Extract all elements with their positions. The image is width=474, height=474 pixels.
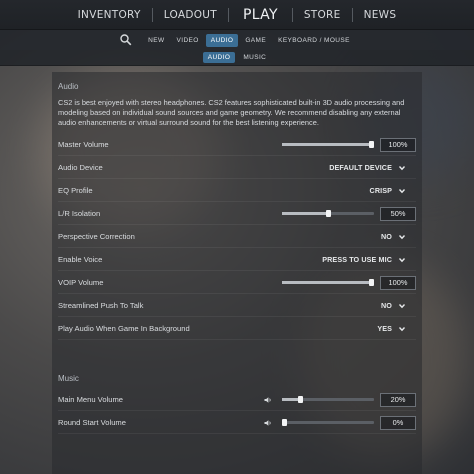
- main-menu-volume-slider[interactable]: [282, 396, 374, 403]
- tab-game[interactable]: GAME: [240, 34, 271, 47]
- nav-loadout[interactable]: LOADOUT: [153, 0, 228, 30]
- subtab-audio[interactable]: AUDIO: [202, 52, 236, 63]
- music-section-title: Music: [58, 374, 79, 383]
- setting-control: DEFAULT DEVICE: [329, 163, 406, 172]
- settings-tab-bar: NEW VIDEO AUDIO GAME KEYBOARD / MOUSE: [0, 30, 474, 50]
- tab-keyboard-mouse[interactable]: KEYBOARD / MOUSE: [273, 34, 355, 47]
- setting-row-play-audio-when-game-in-background: Play Audio When Game In Background YES: [58, 318, 416, 340]
- setting-row-master-volume: Master Volume 100%: [58, 134, 416, 156]
- voip-volume-slider[interactable]: [282, 279, 374, 286]
- top-nav-bar: INVENTORY LOADOUT PLAY STORE NEWS: [0, 0, 474, 30]
- streamlined-push-to-talk-dropdown[interactable]: NO: [381, 301, 406, 310]
- dropdown-value: PRESS TO USE MIC: [322, 255, 392, 264]
- nav-inventory[interactable]: INVENTORY: [67, 0, 152, 30]
- chevron-down-icon: [398, 303, 406, 308]
- setting-control: 100%: [282, 137, 416, 152]
- audio-intro-text: CS2 is best enjoyed with stereo headphon…: [58, 98, 405, 127]
- setting-row-l-r-isolation: L/R Isolation 50%: [58, 203, 416, 225]
- l-r-isolation-value-input[interactable]: 50%: [380, 206, 416, 221]
- tab-video[interactable]: VIDEO: [172, 34, 204, 47]
- setting-label: Main Menu Volume: [58, 395, 124, 404]
- slider-fill: [282, 281, 374, 284]
- audio-section-title: Audio: [58, 82, 79, 91]
- speaker-icon: [264, 396, 271, 403]
- setting-label: Perspective Correction: [58, 232, 135, 241]
- chevron-down-icon: [398, 257, 406, 262]
- subtab-music[interactable]: MUSIC: [238, 52, 271, 63]
- main-menu-volume-value-input[interactable]: 20%: [380, 392, 416, 407]
- nav-store[interactable]: STORE: [293, 0, 352, 30]
- nav-play[interactable]: PLAY: [229, 0, 292, 30]
- tab-audio[interactable]: AUDIO: [205, 33, 239, 47]
- chevron-down-icon: [398, 326, 406, 331]
- voip-volume-value-input[interactable]: 100%: [380, 275, 416, 290]
- setting-label: L/R Isolation: [58, 209, 101, 218]
- chevron-down-icon: [398, 188, 406, 193]
- round-start-volume-value-input[interactable]: 0%: [380, 415, 416, 430]
- nav-store-label: STORE: [303, 8, 341, 21]
- setting-control: NO: [381, 232, 406, 241]
- setting-row-enable-voice: Enable Voice PRESS TO USE MIC: [58, 249, 416, 271]
- chevron-down-icon: [398, 234, 406, 239]
- setting-control: PRESS TO USE MIC: [322, 255, 406, 264]
- setting-label: Streamlined Push To Talk: [58, 301, 144, 310]
- dropdown-value: YES: [377, 324, 392, 333]
- dropdown-value: NO: [381, 301, 392, 310]
- dropdown-value: NO: [381, 232, 392, 241]
- slider-fill: [282, 212, 328, 215]
- setting-label: Master Volume: [58, 140, 109, 149]
- setting-control: 0%: [264, 415, 416, 430]
- search-icon[interactable]: [119, 33, 133, 47]
- setting-control: 20%: [264, 392, 416, 407]
- setting-row-voip-volume: VOIP Volume 100%: [58, 272, 416, 294]
- setting-label: EQ Profile: [58, 186, 93, 195]
- chevron-down-icon: [398, 165, 406, 170]
- setting-control: CRISP: [370, 186, 406, 195]
- master-volume-slider[interactable]: [282, 141, 374, 148]
- tab-new[interactable]: NEW: [143, 34, 169, 47]
- l-r-isolation-slider[interactable]: [282, 210, 374, 217]
- setting-label: Audio Device: [58, 163, 103, 172]
- setting-row-audio-device: Audio Device DEFAULT DEVICE: [58, 157, 416, 179]
- setting-row-round-start-volume: Round Start Volume 0%: [58, 412, 416, 434]
- slider-fill: [282, 143, 374, 146]
- audio-subtab-bar: AUDIO MUSIC: [0, 50, 474, 66]
- play-audio-when-game-in-background-dropdown[interactable]: YES: [377, 324, 406, 333]
- setting-label: Play Audio When Game In Background: [58, 324, 190, 333]
- speaker-icon: [264, 419, 271, 426]
- audio-device-dropdown[interactable]: DEFAULT DEVICE: [329, 163, 406, 172]
- setting-label: VOIP Volume: [58, 278, 104, 287]
- setting-label: Round Start Volume: [58, 418, 126, 427]
- slider-handle[interactable]: [369, 141, 374, 148]
- setting-row-main-menu-volume: Main Menu Volume 20%: [58, 389, 416, 411]
- slider-handle[interactable]: [282, 419, 287, 426]
- nav-news[interactable]: NEWS: [353, 0, 408, 30]
- setting-control: NO: [381, 301, 406, 310]
- setting-control: YES: [377, 324, 406, 333]
- enable-voice-dropdown[interactable]: PRESS TO USE MIC: [322, 255, 406, 264]
- settings-panel: Audio CS2 is best enjoyed with stereo he…: [52, 72, 422, 474]
- setting-label: Enable Voice: [58, 255, 103, 264]
- setting-row-eq-profile: EQ Profile CRISP: [58, 180, 416, 202]
- round-start-volume-slider[interactable]: [282, 419, 374, 426]
- slider-handle[interactable]: [369, 279, 374, 286]
- dropdown-value: DEFAULT DEVICE: [329, 163, 392, 172]
- setting-control: 50%: [282, 206, 416, 221]
- master-volume-value-input[interactable]: 100%: [380, 137, 416, 152]
- setting-row-perspective-correction: Perspective Correction NO: [58, 226, 416, 248]
- setting-row-streamlined-push-to-talk: Streamlined Push To Talk NO: [58, 295, 416, 317]
- slider-handle[interactable]: [325, 210, 331, 217]
- eq-profile-dropdown[interactable]: CRISP: [370, 186, 406, 195]
- setting-control: 100%: [282, 275, 416, 290]
- perspective-correction-dropdown[interactable]: NO: [381, 232, 406, 241]
- dropdown-value: CRISP: [369, 186, 392, 195]
- slider-handle[interactable]: [297, 396, 303, 403]
